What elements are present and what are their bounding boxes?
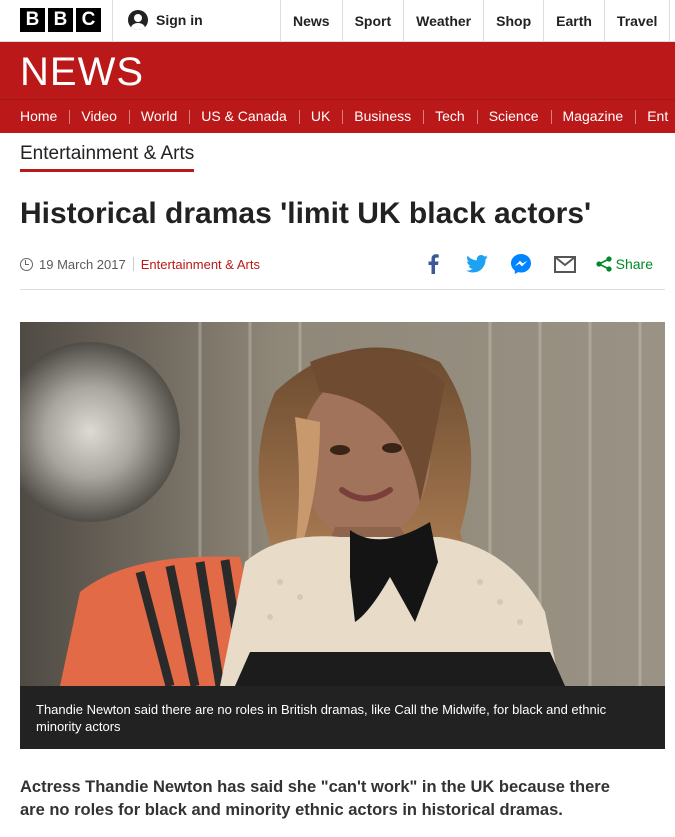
- top-nav-travel[interactable]: Travel: [603, 0, 669, 42]
- clock-icon: [20, 257, 33, 271]
- top-nav-sport[interactable]: Sport: [341, 0, 404, 42]
- section-nav: Home Video World US & Canada UK Business Tech S…: [0, 99, 675, 133]
- bbc-top-bar: B B C Sign in News Sport Weather Shop Ea…: [0, 0, 675, 42]
- section-nav-video[interactable]: Video: [69, 100, 129, 133]
- section-nav-uk[interactable]: UK: [298, 100, 342, 133]
- top-nav-news[interactable]: News: [280, 0, 342, 42]
- article-byline: 19 March 2017 Entertainment & Arts Share: [20, 253, 665, 275]
- section-nav-science[interactable]: Science: [476, 100, 551, 133]
- portrait-illustration: [20, 322, 665, 686]
- sign-in-label: Sign in: [156, 12, 203, 28]
- article-date: 19 March 2017: [39, 256, 126, 272]
- article-headline: Historical dramas 'limit UK black actors…: [20, 197, 592, 230]
- news-brand-logo[interactable]: NEWS: [20, 50, 144, 95]
- section-nav-entertainment[interactable]: Ent: [635, 100, 675, 133]
- news-banner: NEWS: [0, 42, 675, 99]
- top-nav: News Sport Weather Shop Earth Travel M: [280, 0, 675, 42]
- top-nav-weather[interactable]: Weather: [403, 0, 483, 42]
- section-nav-home[interactable]: Home: [0, 100, 69, 133]
- share-icon: [596, 256, 612, 272]
- section-nav-world[interactable]: World: [128, 100, 189, 133]
- bbc-logo-letter: B: [48, 8, 73, 32]
- top-nav-shop[interactable]: Shop: [483, 0, 543, 42]
- article-lead-paragraph: Actress Thandie Newton has said she "can…: [20, 778, 610, 819]
- section-nav-magazine[interactable]: Magazine: [550, 100, 636, 133]
- section-heading[interactable]: Entertainment & Arts: [20, 143, 195, 172]
- top-nav-more[interactable]: M: [669, 0, 675, 42]
- email-icon[interactable]: [552, 251, 578, 277]
- bbc-logo[interactable]: B B C: [20, 8, 101, 32]
- section-nav-business[interactable]: Business: [342, 100, 423, 133]
- top-nav-earth[interactable]: Earth: [543, 0, 604, 42]
- share-label: Share: [615, 256, 653, 272]
- facebook-icon[interactable]: [420, 251, 446, 277]
- bbc-logo-letter: B: [20, 8, 45, 32]
- category-link[interactable]: Entertainment & Arts: [141, 257, 260, 272]
- bbc-logo-letter: C: [76, 8, 101, 32]
- divider: [132, 257, 134, 271]
- section-nav-tech[interactable]: Tech: [423, 100, 477, 133]
- image-caption: Thandie Newton said there are no roles i…: [20, 686, 665, 749]
- share-button[interactable]: Share: [596, 256, 653, 272]
- share-tools: Share: [402, 251, 653, 277]
- section-nav-us-canada[interactable]: US & Canada: [189, 100, 299, 133]
- divider: [20, 289, 665, 290]
- user-icon: [128, 10, 148, 30]
- messenger-icon[interactable]: [508, 251, 534, 277]
- twitter-icon[interactable]: [464, 251, 490, 277]
- sign-in-button[interactable]: Sign in: [128, 10, 203, 30]
- article-hero-image: [20, 322, 665, 686]
- divider: [112, 0, 113, 42]
